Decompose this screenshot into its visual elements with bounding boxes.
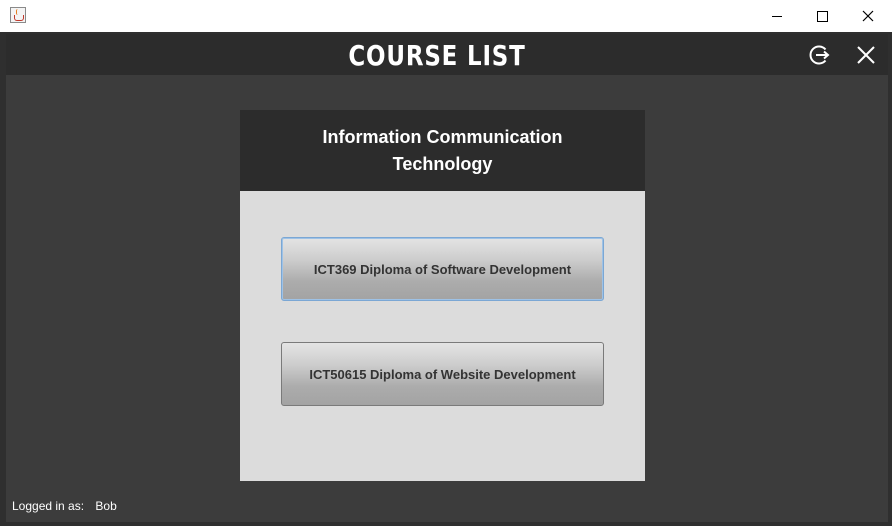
maximize-button[interactable] [799, 0, 845, 32]
minimize-icon [772, 15, 782, 17]
course-button-label: ICT50615 Diploma of Website Development [309, 366, 576, 382]
app-frame: COURSE LIST Information Communication Te… [0, 32, 892, 526]
window-title-bar [0, 0, 892, 32]
course-button-ict50615[interactable]: ICT50615 Diploma of Website Development [281, 342, 604, 406]
app-content: COURSE LIST Information Communication Te… [6, 34, 888, 522]
app-header: COURSE LIST [6, 34, 888, 75]
logged-in-label: Logged in as: [12, 499, 85, 513]
logout-icon[interactable] [808, 43, 832, 67]
close-icon[interactable] [855, 44, 877, 66]
minimize-button[interactable] [754, 0, 800, 32]
department-title: Information Communication Technology [322, 126, 563, 174]
page-title: COURSE LIST [348, 39, 526, 72]
close-icon [862, 10, 874, 22]
course-button-label: ICT369 Diploma of Software Development [313, 261, 572, 277]
java-cup-icon [10, 7, 26, 23]
logged-in-user: Bob [95, 499, 117, 513]
course-button-ict369[interactable]: ICT369 Diploma of Software Development [281, 237, 604, 301]
login-status: Logged in as: Bob [12, 499, 117, 513]
course-panel: Information Communication Technology ICT… [240, 110, 645, 481]
panel-header: Information Communication Technology [240, 110, 645, 191]
maximize-icon [816, 10, 828, 22]
window-close-button[interactable] [845, 0, 891, 32]
